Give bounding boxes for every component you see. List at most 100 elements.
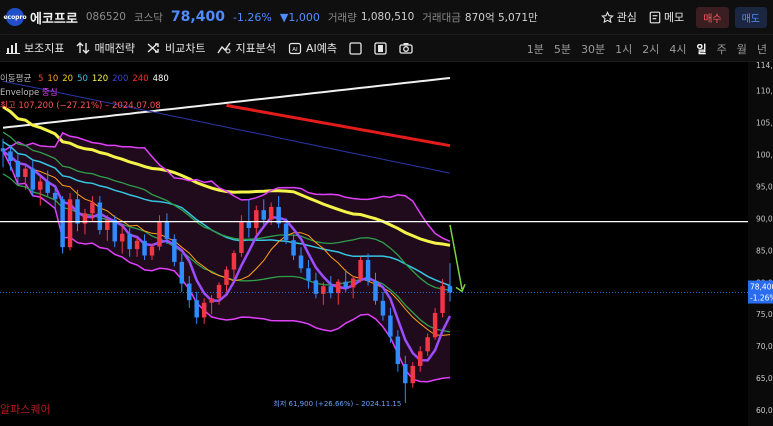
- timeframe-tab[interactable]: 5분: [554, 41, 571, 57]
- candle-body: [365, 259, 371, 282]
- candle-body: [336, 281, 341, 294]
- camera-icon: [399, 43, 413, 54]
- ai-predict-button[interactable]: AI AI예측: [288, 40, 337, 56]
- ma-period-label: 480: [152, 74, 169, 84]
- shuffle-icon: [147, 43, 159, 53]
- ma-period-label: 120: [91, 74, 109, 84]
- candle-body: [15, 160, 21, 177]
- volume-value: 1,080,510: [360, 11, 415, 23]
- low-annotation: 최저 61,900 (+26.66%) – 2024.11.15: [273, 399, 401, 408]
- svg-text:AI: AI: [292, 47, 298, 53]
- candle-body: [239, 221, 244, 253]
- change-percent: -1.26%: [232, 10, 272, 24]
- volume-label: 거래량: [327, 11, 357, 24]
- chart-area[interactable]: 최저 61,900 (+26.66%) – 2024.11.15 60,000 65…: [0, 62, 773, 426]
- buy-button[interactable]: 매수: [696, 6, 729, 28]
- candle-body: [142, 240, 147, 256]
- timeframe-tab[interactable]: 1분: [527, 41, 544, 57]
- candle-body: [358, 259, 363, 279]
- draw-box-button[interactable]: [349, 41, 362, 55]
- sell-button[interactable]: 매도: [734, 6, 767, 28]
- timeframe-selector: 1분 5분 30분 1시 2시 4시 일 주 월 년: [527, 35, 767, 63]
- strategy-button[interactable]: 매매전략: [76, 40, 135, 56]
- envelope-label: Envelope: [0, 88, 40, 98]
- current-price: 78,400: [170, 9, 225, 25]
- candle-body: [261, 210, 266, 220]
- price-axis-tick: 100,000: [756, 151, 773, 160]
- envelope-value: 중심: [41, 88, 58, 98]
- candle-body: [149, 246, 155, 256]
- memo-label: 메모: [663, 11, 685, 24]
- candle-body: [291, 240, 296, 256]
- change-amount: ▼1,000: [279, 10, 320, 24]
- screenshot-button[interactable]: [399, 42, 413, 54]
- timeframe-tab[interactable]: 1시: [615, 41, 632, 57]
- ma-period-label: 240: [132, 74, 149, 84]
- candle-body: [112, 219, 117, 242]
- timeframe-tab[interactable]: 일: [697, 41, 707, 57]
- timeframe-tab[interactable]: 년: [757, 41, 767, 57]
- up-down-arrows-icon: [76, 42, 90, 54]
- candle-body: [395, 336, 401, 365]
- ma-period-label: 10: [47, 74, 59, 84]
- price-chart[interactable]: 최저 61,900 (+26.66%) – 2024.11.15 60,000 65…: [0, 62, 773, 426]
- candle-body: [0, 148, 6, 152]
- candle-body: [231, 252, 237, 270]
- candle-body: [179, 261, 185, 284]
- candle-body: [380, 300, 386, 316]
- analysis-label: 지표분석: [235, 42, 276, 55]
- candle-body: [432, 312, 438, 338]
- ma-period-label: 20: [62, 74, 74, 84]
- candle-body: [38, 181, 43, 190]
- candle-body: [417, 351, 423, 366]
- timeframe-tab[interactable]: 4시: [669, 41, 686, 57]
- analysis-button[interactable]: 지표분석: [217, 40, 276, 56]
- candle-body: [157, 221, 162, 247]
- candle-body: [447, 286, 453, 293]
- envelope-legend: Envelope 중심: [0, 86, 58, 98]
- price-axis-tick: 70,000: [756, 342, 773, 351]
- prediction-arrowhead: [455, 284, 466, 293]
- watch-button[interactable]: 관심: [600, 9, 637, 25]
- candle-body: [45, 181, 50, 193]
- price-axis-tick: 95,000: [756, 183, 773, 192]
- candle-body: [52, 192, 58, 200]
- trade-value: 870억 5,071만: [464, 11, 538, 24]
- candle-body: [75, 199, 80, 224]
- candle-body: [254, 210, 259, 229]
- stock-code: 086520: [85, 11, 126, 23]
- indicator-button[interactable]: 보조지표: [6, 40, 64, 56]
- candle-body: [97, 202, 103, 230]
- timeframe-tab[interactable]: 주: [717, 41, 727, 57]
- stock-name[interactable]: 에코프로: [30, 8, 78, 27]
- bar-chart-icon: [6, 43, 20, 54]
- candle-body: [209, 298, 214, 303]
- timeframe-tab[interactable]: 30분: [581, 41, 605, 57]
- candle-body: [388, 315, 393, 337]
- candle-body: [23, 168, 28, 177]
- memo-button[interactable]: 메모: [649, 9, 684, 25]
- ai-chip-icon: AI: [288, 42, 302, 54]
- candle-body: [8, 151, 13, 161]
- layout-button[interactable]: [374, 41, 387, 55]
- timeframe-tab[interactable]: 2시: [642, 41, 659, 57]
- price-axis-panel: [748, 62, 773, 426]
- candle-body: [350, 278, 356, 288]
- watermark-text: 알파스퀘어: [0, 403, 51, 416]
- candle-body: [328, 286, 334, 294]
- current-price-tag-value: 78,400: [750, 283, 773, 292]
- price-axis-tick: 110,000: [756, 87, 773, 96]
- strategy-label: 매매전략: [94, 42, 135, 55]
- candle-body: [306, 268, 311, 281]
- timeframe-tab[interactable]: 월: [737, 41, 747, 57]
- candle-body: [224, 269, 229, 285]
- prediction-arrow: [449, 224, 463, 290]
- trade-value-label: 거래대금: [422, 11, 461, 24]
- watch-label: 관심: [616, 11, 637, 24]
- ai-predict-label: AI예측: [305, 42, 337, 55]
- ma-240-line: [226, 103, 451, 148]
- candle-body: [298, 255, 304, 269]
- ma-period-label: 5: [37, 74, 44, 84]
- compare-button[interactable]: 비교차트: [147, 40, 205, 56]
- max-note-text: 최고 107,200 (−27.21%) – 2024.07.08: [0, 101, 161, 111]
